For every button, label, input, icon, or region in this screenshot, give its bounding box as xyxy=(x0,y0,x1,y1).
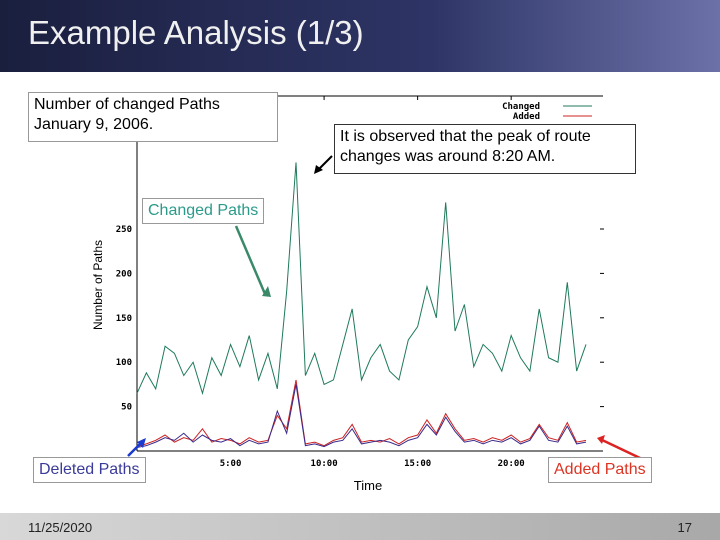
x-tick-label: 20:00 xyxy=(498,459,525,469)
peak-line-2: changes was around 8:20 AM. xyxy=(340,148,556,165)
x-tick-label: 15:00 xyxy=(404,459,431,469)
footer-date: 11/25/2020 xyxy=(28,520,93,535)
legend-label: Changed xyxy=(502,102,540,112)
header-line-1: Number of changed Paths xyxy=(34,96,220,113)
y-tick-label: 150 xyxy=(116,314,132,324)
y-tick-label: 50 xyxy=(121,403,132,413)
y-tick-label: 250 xyxy=(116,225,132,235)
legend-label: Added xyxy=(513,112,540,122)
series-line-deleted xyxy=(136,384,587,448)
footer-bar xyxy=(0,513,720,540)
x-tick-label: 5:00 xyxy=(220,459,242,469)
deleted-paths-callout: Deleted Paths xyxy=(33,457,146,483)
peak-arrow xyxy=(317,155,333,171)
peak-line-1: It is observed that the peak of route xyxy=(340,128,591,145)
x-axis-label: Time xyxy=(354,478,382,493)
added-paths-callout: Added Paths xyxy=(548,457,652,483)
y-axis-label: Number of Paths xyxy=(91,240,105,330)
x-tick-label: 10:00 xyxy=(311,459,338,469)
changed-arrow xyxy=(234,225,267,295)
added-arrow xyxy=(599,437,641,460)
changed-paths-callout: Changed Paths xyxy=(142,198,265,224)
chart-header-callout: Number of changed Paths January 9, 2006. xyxy=(28,92,278,142)
y-tick-label: 200 xyxy=(116,269,132,279)
page-number: 17 xyxy=(677,520,692,535)
header-line-2: January 9, 2006. xyxy=(34,116,154,133)
peak-callout: It is observed that the peak of route ch… xyxy=(334,124,636,174)
y-tick-label: 100 xyxy=(116,358,132,368)
